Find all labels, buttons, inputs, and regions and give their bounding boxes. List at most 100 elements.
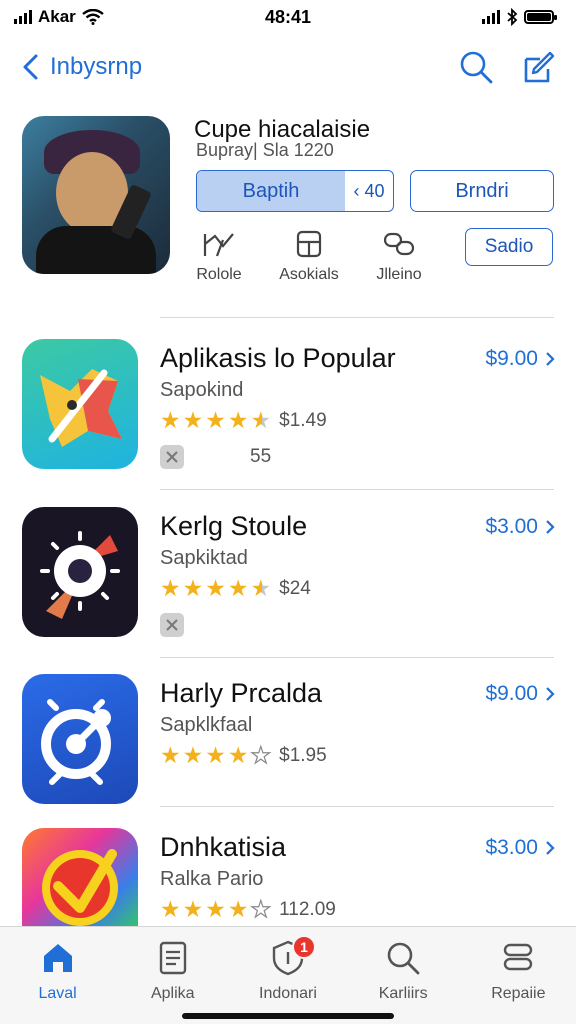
divider <box>160 317 554 318</box>
blocked-icon <box>160 613 184 637</box>
tab-karliirs[interactable]: Karliirs <box>353 939 453 1024</box>
segment-primary[interactable]: Baptih <box>197 171 345 211</box>
app-meta-value: 55 <box>250 446 272 467</box>
tab-label: Aplika <box>150 985 195 1002</box>
star-icon: ★ <box>182 575 204 601</box>
search-icon[interactable] <box>458 49 494 85</box>
price-button[interactable]: $3.00 <box>485 515 556 539</box>
chevron-right-icon <box>546 841 555 855</box>
star-rating: ★ ★ ★ ★ ★ 112.09 <box>160 896 336 922</box>
fox-app-icon <box>22 339 138 469</box>
wifi-icon <box>82 9 104 25</box>
star-icon: ★ <box>160 407 181 433</box>
star-icon: ★ <box>160 896 181 922</box>
app-list-item[interactable]: Kerlg Stoule Sapkiktad $3.00 ★ ★ ★ ★ ★ $… <box>22 507 556 637</box>
app-name: Kerlg Stoule <box>160 511 308 541</box>
star-rating: ★ ★ ★ ★ ★ $24 <box>160 577 311 600</box>
app-subtitle: Sapkiktad <box>160 547 248 569</box>
action-label: Rolole <box>196 266 242 283</box>
tab-label: Repaiie <box>491 985 546 1002</box>
price-button[interactable]: $3.00 <box>485 836 556 860</box>
segmented-control: Baptih ‹ 40 <box>196 170 394 212</box>
featured-small-button[interactable]: Sadio <box>465 228 553 266</box>
back-button[interactable]: Inbysrnp <box>20 52 142 82</box>
price-button[interactable]: $9.00 <box>485 682 556 706</box>
signal-strength-icon <box>482 10 500 24</box>
app-meta <box>160 613 184 637</box>
app-list-item[interactable]: Harly Prcalda Sapklkfaal $9.00 ★ ★ ★ ★ ★… <box>22 674 556 804</box>
price-label: $3.00 <box>485 515 538 538</box>
price-button[interactable]: $9.00 <box>485 347 556 371</box>
app-subtitle: Sapokind <box>160 379 244 401</box>
tab-label: Indonari <box>259 985 317 1002</box>
notification-badge: 1 <box>291 935 316 959</box>
back-label: Inbysrnp <box>50 53 143 80</box>
action-jlleino[interactable]: Jlleino <box>368 228 430 284</box>
home-indicator <box>182 1013 394 1019</box>
timer-app-icon <box>22 674 138 804</box>
blocked-icon <box>160 445 184 469</box>
rating-value: $24 <box>279 577 311 599</box>
star-icon: ★ <box>205 896 226 922</box>
featured-app-subtitle: Bupray| Sla 1220 <box>196 140 334 160</box>
tab-aplika[interactable]: Aplika <box>123 939 223 1024</box>
star-half-icon: ★ <box>250 407 272 433</box>
search-icon <box>387 942 420 975</box>
star-icon: ★ <box>182 742 204 768</box>
star-icon: ★ <box>160 575 181 601</box>
tab-indonari[interactable]: 1 Indonari <box>238 935 338 1024</box>
rating-value: $1.95 <box>279 744 327 766</box>
tab-label: Laval <box>38 985 77 1002</box>
app-subtitle: Sapklkfaal <box>160 714 253 736</box>
app-meta: 55 <box>160 445 271 469</box>
tab-laval[interactable]: Laval <box>8 939 108 1024</box>
action-asokials[interactable]: Asokials <box>278 228 340 284</box>
divider <box>160 489 554 490</box>
star-empty-icon: ★ <box>250 742 272 768</box>
divider <box>160 806 554 807</box>
star-rating: ★ ★ ★ ★ ★ $1.49 <box>160 409 327 432</box>
play-app-icon <box>22 828 138 926</box>
rating-value: $1.49 <box>279 409 327 431</box>
star-icon: ★ <box>160 742 181 768</box>
app-name: Harly Prcalda <box>160 678 323 708</box>
chevron-right-icon <box>546 520 555 534</box>
calendar-icon <box>296 230 322 258</box>
tab-label: Karliirs <box>378 985 428 1002</box>
chart-icon <box>203 233 234 257</box>
segment-secondary[interactable]: ‹ 40 <box>345 171 393 211</box>
status-left: Akar <box>14 7 104 27</box>
featured-app-header: Cupe hiacalaisie Bupray| Sla 1220 Baptih… <box>22 116 556 316</box>
star-icon: ★ <box>205 407 226 433</box>
action-rolole[interactable]: Rolole <box>188 228 250 284</box>
nav-actions <box>458 49 556 85</box>
stack-icon <box>504 943 533 971</box>
star-icon: ★ <box>227 896 249 922</box>
star-icon: ★ <box>182 896 204 922</box>
compose-icon[interactable] <box>520 49 556 85</box>
star-rating: ★ ★ ★ ★ ★ $1.95 <box>160 742 327 768</box>
star-icon: ★ <box>227 742 249 768</box>
action-label: Asokials <box>279 266 339 283</box>
chevron-right-icon <box>546 352 555 366</box>
star-icon: ★ <box>227 407 249 433</box>
nav-bar: Inbysrnp <box>0 40 576 94</box>
chevron-right-icon <box>546 687 555 701</box>
signal-icon <box>14 10 32 24</box>
featured-app-image[interactable] <box>22 116 170 274</box>
app-name: Dnhkatisia <box>160 832 287 862</box>
app-subtitle: Ralka Pario <box>160 868 264 890</box>
star-icon: ★ <box>182 407 204 433</box>
battery-icon <box>524 10 557 24</box>
star-icon: ★ <box>205 575 226 601</box>
star-empty-icon: ★ <box>250 896 272 922</box>
price-label: $9.00 <box>485 682 538 705</box>
chevron-left-icon <box>23 54 38 80</box>
featured-actions: Rolole Asokials Jlleino <box>188 228 430 284</box>
star-icon: ★ <box>205 742 226 768</box>
document-icon <box>159 941 186 975</box>
app-list-item[interactable]: Dnhkatisia Ralka Pario $3.00 ★ ★ ★ ★ ★ 1… <box>22 828 556 926</box>
tab-repaiie[interactable]: Repaiie <box>468 939 568 1024</box>
app-list-item[interactable]: Aplikasis lo Popular Sapokind $9.00 ★ ★ … <box>22 339 556 469</box>
featured-action-button[interactable]: Brndri <box>410 170 554 212</box>
